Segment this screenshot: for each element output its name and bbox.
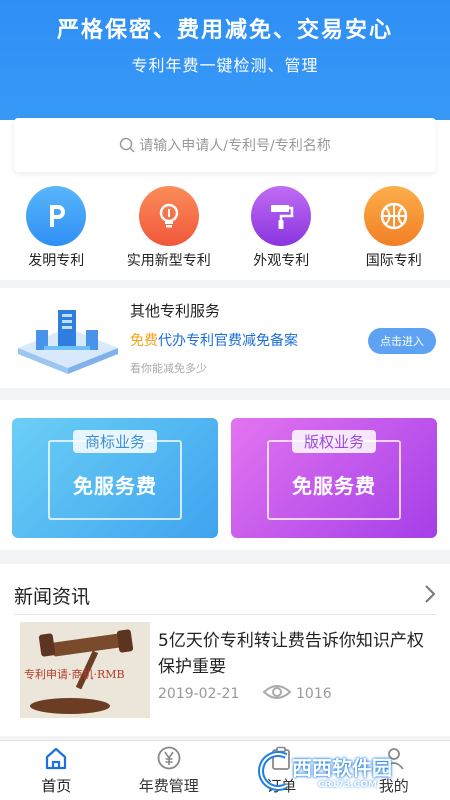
news-heading: 新闻资讯 xyxy=(14,586,91,608)
news-view-count: 1016 xyxy=(296,686,332,702)
search-placeholder: 请输入申请人/专利号/专利名称 xyxy=(139,138,331,154)
watermark: 西西软件园 CR173.COM xyxy=(252,744,448,798)
category-grid: 发明专利 实用新型专利 外观专利 国际专利 xyxy=(0,186,450,270)
service-hint: 看你能减免多少 xyxy=(130,362,207,375)
category-label: 国际专利 xyxy=(365,253,422,269)
tab-label: 首页 xyxy=(41,777,72,795)
free-highlight: 免费 xyxy=(130,333,158,349)
search-input[interactable]: 请输入申请人/专利号/专利名称 xyxy=(14,118,436,172)
service-title: 其他专利服务 xyxy=(130,302,221,320)
divider xyxy=(14,614,436,615)
category-label: 发明专利 xyxy=(28,253,85,269)
watermark-subtext: CR173.COM xyxy=(318,780,377,790)
category-design-patent[interactable]: 外观专利 xyxy=(225,186,338,270)
lightbulb-icon xyxy=(138,186,199,246)
news-section: 新闻资讯 专利申请·商机·RMB 5亿天价专利转让费告诉你知识产权保护重要 20… xyxy=(0,564,450,736)
enter-button[interactable]: 点击进入 xyxy=(368,328,436,354)
category-label: 外观专利 xyxy=(253,253,310,269)
service-description-text: 代办专利官费减免备案 xyxy=(158,333,298,349)
tab-annual-fee[interactable]: 年费管理 xyxy=(113,741,226,800)
paint-roller-icon xyxy=(251,186,312,246)
category-label: 实用新型专利 xyxy=(126,253,211,269)
card-tag: 版权业务 xyxy=(291,430,377,453)
business-cards: 商标业务 免服务费 版权业务 免服务费 xyxy=(0,400,450,550)
home-icon xyxy=(43,745,69,771)
p-icon xyxy=(26,186,87,246)
watermark-logo-icon xyxy=(258,751,288,791)
watermark-text: 西西软件园 xyxy=(292,756,392,780)
category-international-patent[interactable]: 国际专利 xyxy=(338,186,450,270)
service-description: 免费代办专利官费减免备案 xyxy=(130,330,298,350)
chevron-right-icon[interactable] xyxy=(422,584,438,604)
other-patent-service[interactable]: 其他专利服务 免费代办专利官费减免备案 看你能减免多少 点击进入 xyxy=(0,288,450,388)
category-invention-patent[interactable]: 发明专利 xyxy=(0,186,113,270)
card-tag: 商标业务 xyxy=(72,430,158,453)
tab-label: 年费管理 xyxy=(138,777,199,795)
tab-home[interactable]: 首页 xyxy=(0,741,113,800)
card-frame: 商标业务 免服务费 xyxy=(48,430,182,520)
eye-icon xyxy=(262,685,292,699)
news-title[interactable]: 5亿天价专利转让费告诉你知识产权保护重要 xyxy=(158,628,440,680)
copyright-card[interactable]: 版权业务 免服务费 xyxy=(231,418,437,538)
banner-subtitle: 专利年费一键检测、管理 xyxy=(131,56,319,75)
news-image-caption: 专利申请·商机·RMB xyxy=(24,668,125,681)
banner-title: 严格保密、费用减免、交易安心 xyxy=(56,18,393,43)
news-thumbnail[interactable]: 专利申请·商机·RMB xyxy=(20,622,150,718)
card-text: 免服务费 xyxy=(292,474,376,498)
trademark-card[interactable]: 商标业务 免服务费 xyxy=(12,418,218,538)
card-text: 免服务费 xyxy=(73,474,157,498)
basketball-icon xyxy=(363,186,424,246)
search-icon xyxy=(120,137,135,153)
server-illustration xyxy=(18,310,118,374)
card-frame: 版权业务 免服务费 xyxy=(267,430,401,520)
category-utility-model-patent[interactable]: 实用新型专利 xyxy=(113,186,226,270)
news-date: 2019-02-21 xyxy=(158,686,240,702)
yen-icon xyxy=(156,745,182,771)
